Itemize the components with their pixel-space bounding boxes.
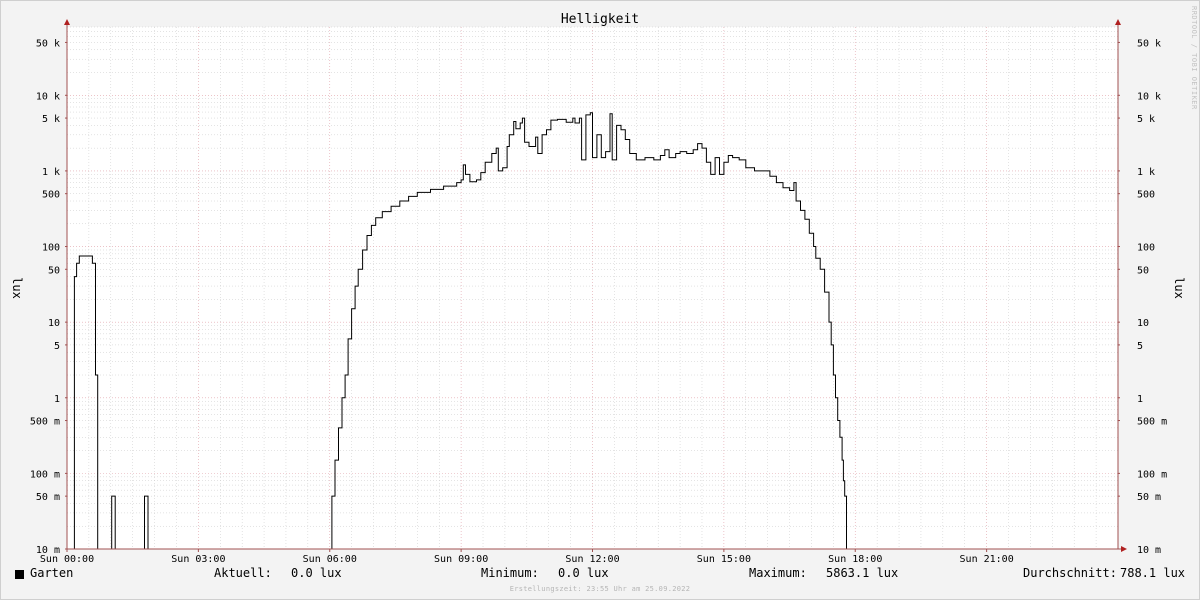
legend-avg-value: 788.1 lux bbox=[1120, 566, 1186, 580]
x-axis-ticks: Sun 00:00 Sun 03:00 Sun 06:00 Sun 09:00 Sun … bbox=[40, 549, 1014, 565]
legend-series-name: Garten bbox=[30, 566, 74, 580]
legend-current-value: 0.0 lux bbox=[291, 566, 342, 580]
y-tick-label-left: 50 m bbox=[36, 492, 60, 503]
x-tick-label: Sun 03:00 bbox=[171, 554, 225, 565]
x-tick-label: Sun 12:00 bbox=[565, 554, 619, 565]
y-tick-label-left: 50 k bbox=[36, 38, 60, 49]
chart-title: Helligkeit bbox=[561, 12, 639, 27]
y-tick-label-right: 1 bbox=[1137, 394, 1143, 405]
y-tick-label-left: 5 bbox=[54, 341, 60, 352]
y-axis-left-arrow bbox=[64, 19, 70, 25]
y-tick-label-left: 100 m bbox=[30, 469, 60, 480]
y-tick-label-right: 10 bbox=[1137, 318, 1149, 329]
y-tick-label-right: 5 bbox=[1137, 341, 1143, 352]
y-tick-label-left: 10 bbox=[48, 318, 60, 329]
legend-avg-label: Durchschnitt: bbox=[1023, 566, 1117, 580]
legend-max-label: Maximum: bbox=[749, 566, 807, 580]
legend-current-label: Aktuell: bbox=[214, 566, 272, 580]
legend-max-value: 5863.1 lux bbox=[826, 566, 899, 580]
y-tick-label-right: 50 bbox=[1137, 265, 1149, 276]
y-tick-label-left: 50 bbox=[48, 265, 60, 276]
y-tick-label-left: 1 k bbox=[42, 167, 60, 178]
brightness-chart: Helligkeit Sun 00:00 Sun 03:00 Sun 06:00 Su… bbox=[10, 12, 1186, 565]
x-tick-label: Sun 21:00 bbox=[960, 554, 1014, 565]
y-tick-label-right: 50 k bbox=[1137, 38, 1161, 49]
x-tick-label: Sun 06:00 bbox=[303, 554, 357, 565]
y-tick-label-left: 100 bbox=[42, 243, 60, 254]
y-tick-label-left: 10 k bbox=[36, 91, 60, 102]
y-tick-label-right: 10 m bbox=[1137, 545, 1161, 556]
legend: Garten Aktuell: 0.0 lux Minimum: 0.0 lux… bbox=[0, 566, 1200, 584]
y-tick-label-right: 1 k bbox=[1137, 167, 1155, 178]
y-tick-label-right: 100 bbox=[1137, 243, 1155, 254]
y-tick-label-right: 10 k bbox=[1137, 91, 1161, 102]
legend-min-label: Minimum: bbox=[481, 566, 539, 580]
legend-min-value: 0.0 lux bbox=[558, 566, 609, 580]
y-tick-label-right: 50 m bbox=[1137, 492, 1161, 503]
y-tick-label-left: 5 k bbox=[42, 114, 60, 125]
y-axis-left-ticks: 50 k 10 k 5 k 1 k 500 100 50 10 5 1 500 m 100 m 50 m… bbox=[30, 38, 67, 556]
x-tick-label: Sun 09:00 bbox=[434, 554, 488, 565]
y-tick-label-left: 1 bbox=[54, 394, 60, 405]
y-axis-label-left: lux bbox=[10, 277, 24, 299]
footer-timestamp: Erstellungszeit: 23:55 Uhr am 25.09.2022 bbox=[509, 585, 691, 593]
y-tick-label-left: 500 bbox=[42, 190, 60, 201]
y-tick-label-left: 10 m bbox=[36, 545, 60, 556]
y-tick-label-right: 100 m bbox=[1137, 469, 1167, 480]
y-tick-label-left: 500 m bbox=[30, 417, 60, 428]
x-tick-label: Sun 18:00 bbox=[828, 554, 882, 565]
y-axis-right-arrow bbox=[1115, 19, 1121, 25]
x-tick-label: Sun 15:00 bbox=[697, 554, 751, 565]
rrdtool-watermark: RRDTOOL / TOBI OETIKER bbox=[1190, 6, 1198, 110]
y-axis-right-ticks: 50 k 10 k 5 k 1 k 500 100 50 10 5 1 500 m 100 m 50 m… bbox=[1118, 38, 1167, 556]
x-axis-arrow bbox=[1121, 546, 1127, 552]
y-tick-label-right: 5 k bbox=[1137, 114, 1155, 125]
y-axis-label-right: lux bbox=[1172, 277, 1186, 299]
y-tick-label-right: 500 bbox=[1137, 190, 1155, 201]
y-tick-label-right: 500 m bbox=[1137, 417, 1167, 428]
